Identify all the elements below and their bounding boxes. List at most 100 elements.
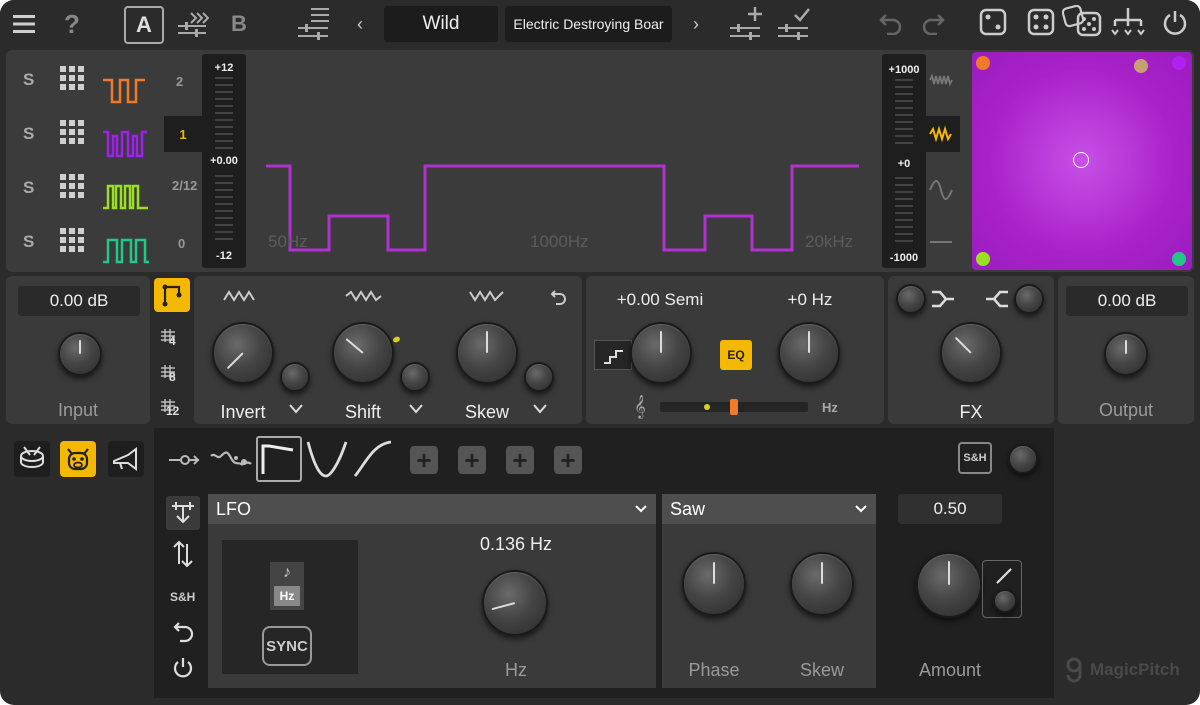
mod-global-knob[interactable] — [1008, 444, 1038, 474]
ab-slot-a-button[interactable]: A — [124, 6, 164, 44]
reset-icon[interactable] — [550, 288, 568, 311]
undo-icon[interactable] — [876, 8, 906, 38]
lfo-rate-value[interactable]: 0.136 Hz — [436, 534, 596, 555]
grid-4-icon[interactable]: 4 — [160, 328, 188, 350]
preset-next-icon[interactable]: › — [686, 12, 706, 36]
mod-source-input-icon[interactable] — [168, 450, 200, 475]
fx-return-knob[interactable] — [1014, 284, 1044, 314]
routing-mode-button[interactable] — [154, 278, 190, 312]
octave-selected[interactable]: 1 — [164, 116, 202, 152]
routing-tree-icon[interactable] — [1110, 5, 1146, 39]
amount-value[interactable]: 0.50 — [898, 494, 1002, 524]
randomize-all-dice-icon[interactable] — [1062, 5, 1102, 39]
mod-curve-v-icon[interactable] — [306, 438, 348, 485]
lfo-rate-knob[interactable] — [482, 570, 548, 636]
hz-shift-value[interactable]: +0 Hz — [762, 286, 858, 314]
mod-curve-rise-icon[interactable] — [352, 438, 394, 485]
mod-reset-icon[interactable] — [172, 620, 196, 649]
osc-waveform-2[interactable] — [102, 126, 150, 163]
input-gain-value[interactable]: 0.00 dB — [18, 286, 140, 316]
mod-routing-icon[interactable] — [166, 496, 200, 530]
phase-knob[interactable] — [682, 552, 746, 616]
grid-12-icon[interactable]: 12 — [160, 398, 188, 420]
help-icon[interactable]: ? — [58, 8, 86, 40]
grid-icon[interactable] — [60, 120, 84, 144]
grid-icon[interactable] — [60, 228, 84, 252]
pitch-balance-slider[interactable] — [660, 399, 808, 415]
shift-knob[interactable] — [332, 322, 394, 384]
horn-preset-icon[interactable] — [108, 441, 144, 477]
osc-waveform-1[interactable] — [102, 72, 150, 109]
curve-slash-icon[interactable] — [983, 563, 1023, 587]
eq-button[interactable]: EQ — [720, 340, 752, 370]
shift-mod-knob[interactable] — [400, 362, 430, 392]
fx-merge-in-icon[interactable] — [984, 288, 1010, 315]
grid-icon[interactable] — [60, 66, 84, 90]
amount-curve-knob[interactable] — [993, 589, 1017, 613]
fx-send-knob[interactable] — [896, 284, 926, 314]
preset-name-selector[interactable]: Electric Destroying Boar — [505, 6, 672, 42]
mod-random-wave-icon[interactable] — [210, 446, 252, 477]
add-modulator-button[interactable]: + — [458, 445, 486, 475]
skew-dropdown-icon[interactable] — [532, 402, 548, 420]
menu-icon[interactable] — [10, 10, 38, 38]
redo-icon[interactable] — [918, 8, 948, 38]
grid-icon[interactable] — [60, 174, 84, 198]
preset-bank-selector[interactable]: Wild — [384, 6, 498, 42]
sync-button[interactable]: SYNC — [262, 626, 312, 666]
invert-mod-knob[interactable] — [280, 362, 310, 392]
semitone-knob[interactable] — [630, 322, 692, 384]
semitone-value[interactable]: +0.00 Semi — [596, 286, 724, 314]
confirm-preset-icon[interactable] — [776, 4, 812, 42]
randomize-dice-icon[interactable] — [978, 7, 1008, 37]
fx-mix-knob[interactable] — [940, 322, 1002, 384]
input-gain-knob[interactable] — [58, 332, 102, 376]
solo-button-4[interactable]: S — [23, 232, 34, 252]
grid-8-icon[interactable]: 8 — [160, 364, 188, 386]
lfo-shape-dropdown[interactable]: Saw — [662, 494, 876, 524]
mod-power-icon[interactable] — [172, 656, 194, 685]
osc-waveform-3[interactable] — [102, 180, 150, 217]
mod-bipolar-icon[interactable] — [172, 540, 194, 573]
osc-waveform-4[interactable] — [102, 234, 150, 271]
solo-button-1[interactable]: S — [23, 70, 34, 90]
sine-wave-icon[interactable] — [926, 172, 956, 200]
drum-preset-icon[interactable] — [14, 441, 50, 477]
solo-button-2[interactable]: S — [23, 124, 34, 144]
add-modulator-button[interactable]: + — [554, 445, 582, 475]
noise-wave-icon[interactable] — [926, 66, 956, 94]
add-modulator-button[interactable]: + — [506, 445, 534, 475]
quantize-steps-button[interactable] — [594, 340, 632, 370]
square-wave-icon[interactable] — [924, 116, 960, 152]
copy-a-to-b-icon[interactable] — [176, 8, 210, 40]
skew-mod-knob[interactable] — [524, 362, 554, 392]
shift-dropdown-icon[interactable] — [408, 402, 424, 420]
lfo-skew-knob[interactable] — [790, 552, 854, 616]
save-preset-icon[interactable] — [728, 4, 764, 42]
add-modulator-button[interactable]: + — [410, 445, 438, 475]
sample-hold-button[interactable]: S&H — [958, 442, 992, 474]
pitch-meter[interactable]: +12 +0.00 -12 — [202, 54, 246, 268]
output-gain-value[interactable]: 0.00 dB — [1066, 286, 1188, 316]
mod-depth-meter[interactable]: +1000 +0 -1000 — [882, 54, 926, 268]
hz-shift-knob[interactable] — [778, 322, 840, 384]
power-icon[interactable] — [1160, 7, 1190, 37]
skew-knob[interactable] — [456, 322, 518, 384]
pitch-balance-handle[interactable] — [730, 399, 738, 415]
output-gain-knob[interactable] — [1104, 332, 1148, 376]
xy-pad-cursor[interactable] — [1073, 152, 1089, 168]
solo-button-3[interactable]: S — [23, 178, 34, 198]
fx-split-out-icon[interactable] — [930, 288, 956, 315]
randomize-dice-four-icon[interactable] — [1026, 7, 1056, 37]
mod-envelope-tab[interactable] — [256, 436, 302, 482]
side-sample-hold-label[interactable]: S&H — [170, 590, 195, 604]
ab-slot-b-button[interactable]: B — [224, 8, 254, 40]
rate-mode-toggle[interactable]: ♪ Hz — [270, 562, 304, 610]
waveform-display[interactable]: 50Hz 1000Hz 20kHz — [250, 50, 882, 272]
preset-prev-icon[interactable]: ‹ — [350, 12, 370, 36]
mod-source-dropdown[interactable]: LFO — [208, 494, 656, 524]
xy-pad[interactable] — [972, 52, 1192, 270]
preset-browser-icon[interactable] — [296, 4, 332, 42]
flat-line-icon[interactable] — [926, 226, 956, 254]
amount-knob[interactable] — [916, 552, 982, 618]
